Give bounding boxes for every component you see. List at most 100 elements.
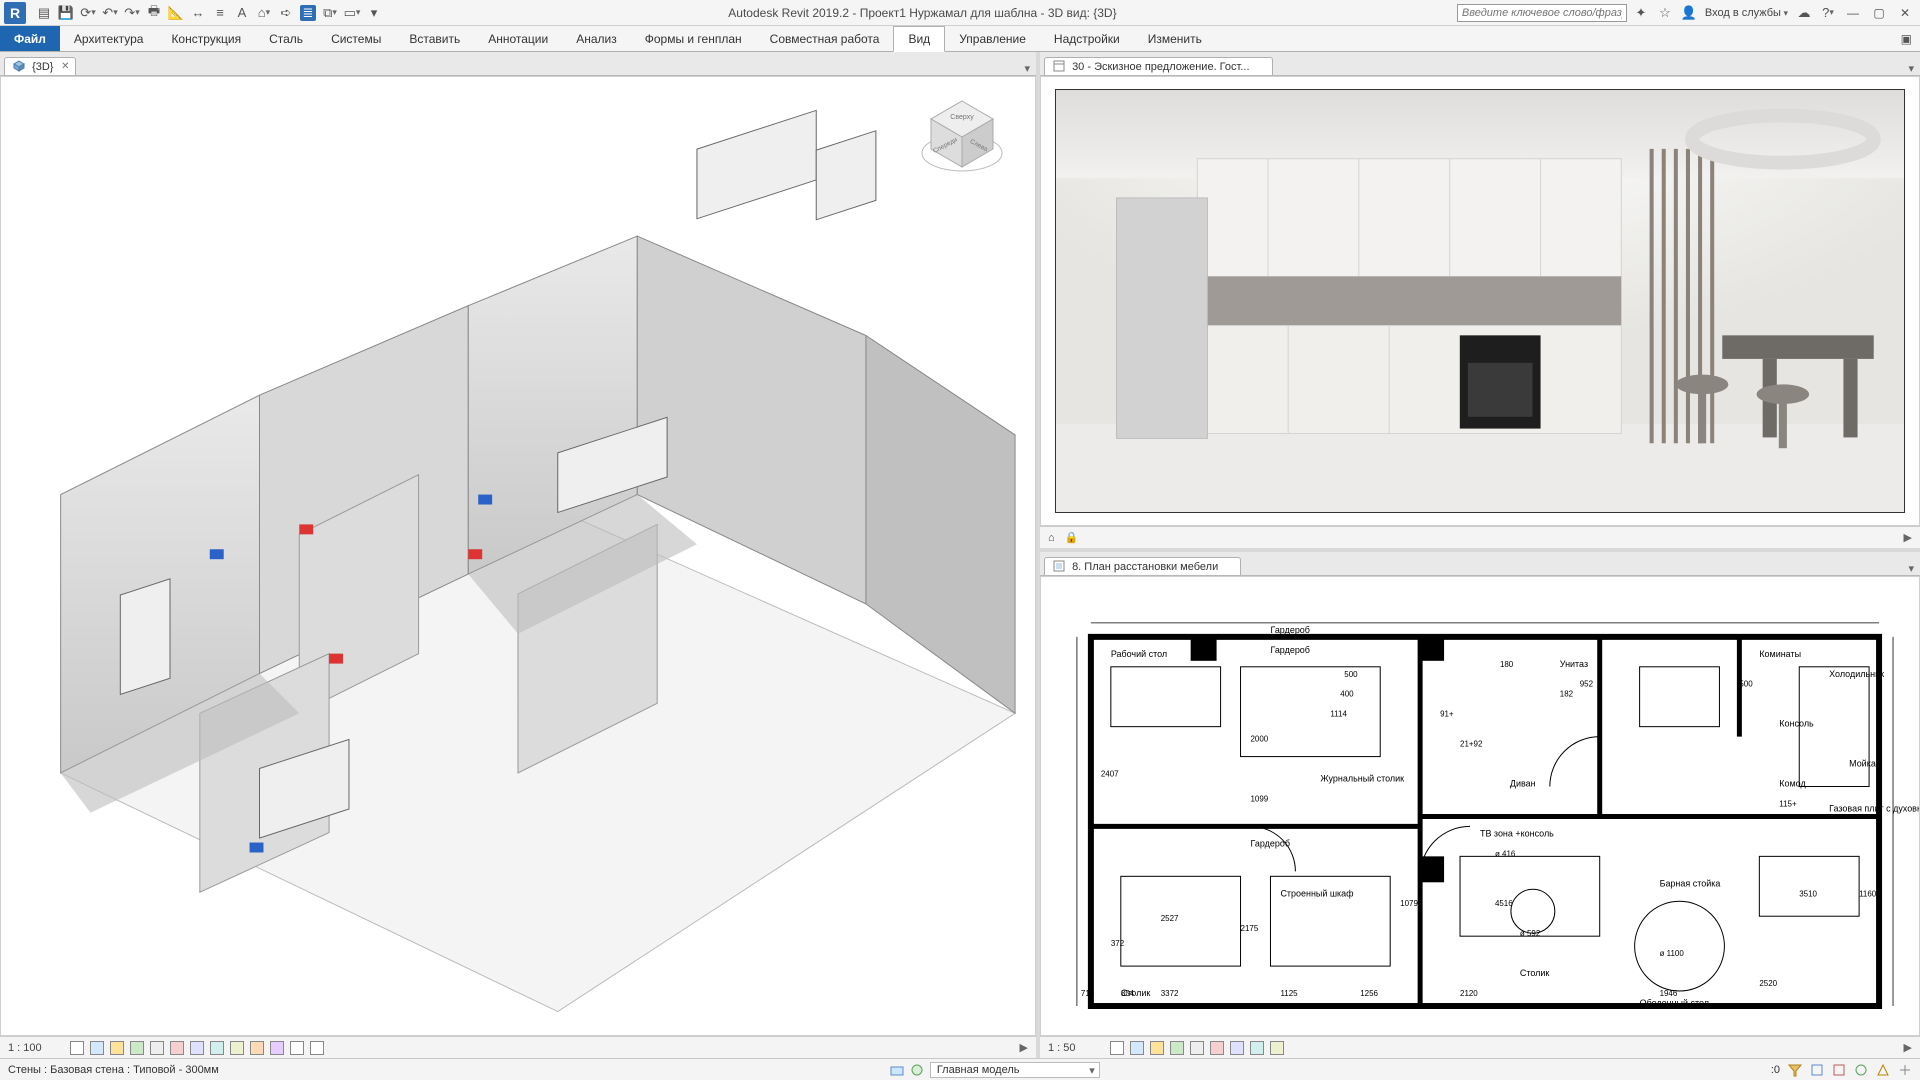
text-icon[interactable]: A xyxy=(234,5,250,21)
svg-text:Обеденный стол: Обеденный стол xyxy=(1640,998,1709,1008)
pvc-graphics-icon[interactable] xyxy=(1110,1041,1124,1055)
plan-scroll-right-icon[interactable]: ▶ xyxy=(1904,1041,1912,1054)
help-icon[interactable]: ? xyxy=(1820,5,1836,21)
pvc-shadows-icon[interactable] xyxy=(1170,1041,1184,1055)
sb-select-pinned-icon[interactable] xyxy=(1854,1063,1868,1077)
left-scale[interactable]: 1 : 100 xyxy=(8,1042,60,1054)
render-view-options-icon[interactable]: ▾ xyxy=(1902,62,1920,75)
signin-link[interactable]: Вход в службы xyxy=(1705,7,1788,19)
tab-insert[interactable]: Вставить xyxy=(395,26,474,51)
tab-addins[interactable]: Надстройки xyxy=(1040,26,1134,51)
search-input[interactable] xyxy=(1457,4,1627,22)
view-tab-3d[interactable]: {3D} ✕ xyxy=(4,57,76,75)
status-model-selector[interactable]: Главная модель xyxy=(930,1062,1100,1078)
qat-customize-icon[interactable]: ▾ xyxy=(366,5,382,21)
tab-annotate[interactable]: Аннотации xyxy=(474,26,562,51)
close-views-icon[interactable]: ⧉ xyxy=(322,5,338,21)
home-icon[interactable]: ⌂ xyxy=(256,5,272,21)
redo-icon[interactable]: ↷ xyxy=(124,5,140,21)
view-tab-render-label: 30 - Эскизное предложение. Гост... xyxy=(1072,61,1249,73)
vc-reveal-icon[interactable] xyxy=(210,1041,224,1055)
tab-manage[interactable]: Управление xyxy=(945,26,1040,51)
dimension-icon[interactable]: ↔ xyxy=(190,5,206,21)
tab-architecture[interactable]: Архитектура xyxy=(60,26,158,51)
plan-viewport[interactable]: Рабочий стол Гардероб Гардероб Гардероб … xyxy=(1040,576,1920,1036)
vc-style-icon[interactable] xyxy=(90,1041,104,1055)
minimize-button[interactable]: — xyxy=(1844,6,1862,20)
vc-constraints-icon[interactable] xyxy=(270,1041,284,1055)
view-options-icon[interactable]: ▾ xyxy=(1018,62,1036,75)
tab-steel[interactable]: Сталь xyxy=(255,26,317,51)
model-3d-canvas[interactable] xyxy=(1,77,1035,1012)
tab-view[interactable]: Вид xyxy=(893,26,945,52)
svg-text:2120: 2120 xyxy=(1460,989,1478,998)
thin-lines-icon[interactable]: ≣ xyxy=(300,5,316,21)
plan-view-options-icon[interactable]: ▾ xyxy=(1902,562,1920,575)
file-tab[interactable]: Файл xyxy=(0,26,60,51)
save-icon[interactable]: 💾 xyxy=(58,5,74,21)
vc-crop-icon[interactable] xyxy=(170,1041,184,1055)
vc-extra2-icon[interactable] xyxy=(310,1041,324,1055)
vc-props-icon[interactable] xyxy=(230,1041,244,1055)
render-viewport[interactable] xyxy=(1040,76,1920,526)
align-icon[interactable]: ≡ xyxy=(212,5,228,21)
viewport-3d[interactable]: Сверху Спереди Слева xyxy=(0,76,1036,1036)
sb-filter-icon[interactable] xyxy=(1788,1063,1802,1077)
status-hint: Стены : Базовая стена : Типовой - 300мм xyxy=(8,1064,219,1076)
vc-hide-icon[interactable] xyxy=(190,1041,204,1055)
favorite-icon[interactable]: ☆ xyxy=(1657,5,1673,21)
sb-select-underlay-icon[interactable] xyxy=(1832,1063,1846,1077)
ribbon: Файл Архитектура Конструкция Сталь Систе… xyxy=(0,26,1920,52)
pvc-render-icon[interactable] xyxy=(1190,1041,1204,1055)
measure-icon[interactable]: 📐 xyxy=(168,5,184,21)
pvc-props-icon[interactable] xyxy=(1270,1041,1284,1055)
svg-text:716: 716 xyxy=(1081,989,1095,998)
plan-scale[interactable]: 1 : 50 xyxy=(1048,1042,1100,1054)
tab-collaborate[interactable]: Совместная работа xyxy=(756,26,894,51)
render-scroll-right-icon[interactable]: ▶ xyxy=(1904,531,1912,544)
close-button[interactable]: ✕ xyxy=(1896,6,1914,20)
sb-select-face-icon[interactable] xyxy=(1876,1063,1890,1077)
render-view-controls: ⌂ 🔒 ▶ xyxy=(1040,526,1920,548)
pvc-hide-icon[interactable] xyxy=(1230,1041,1244,1055)
sb-select-links-icon[interactable] xyxy=(1810,1063,1824,1077)
open-icon[interactable]: ▤ xyxy=(36,5,52,21)
exchange-icon[interactable]: ☁ xyxy=(1796,5,1812,21)
vc-shadows-icon[interactable] xyxy=(130,1041,144,1055)
view-tab-render[interactable]: 30 - Эскизное предложение. Гост... xyxy=(1044,57,1273,75)
vc-extra1-icon[interactable] xyxy=(290,1041,304,1055)
sync-icon[interactable]: ⟳ xyxy=(80,5,96,21)
pvc-crop-icon[interactable] xyxy=(1210,1041,1224,1055)
switch-windows-icon[interactable]: ▭ xyxy=(344,5,360,21)
user-icon[interactable]: 👤 xyxy=(1681,5,1697,21)
vc-analytic-icon[interactable] xyxy=(250,1041,264,1055)
vc-graphics-icon[interactable] xyxy=(70,1041,84,1055)
viewcube[interactable]: Сверху Спереди Слева xyxy=(919,95,1005,181)
pvc-reveal-icon[interactable] xyxy=(1250,1041,1264,1055)
pvc-style-icon[interactable] xyxy=(1130,1041,1144,1055)
tab-modify[interactable]: Изменить xyxy=(1134,26,1216,51)
sb-workset-icon[interactable] xyxy=(890,1063,904,1077)
vc-render-icon[interactable] xyxy=(150,1041,164,1055)
render-nav-home-icon[interactable]: ⌂ xyxy=(1048,532,1055,544)
render-nav-lock-icon[interactable]: 🔒 xyxy=(1065,531,1079,544)
sb-editable-icon[interactable] xyxy=(910,1063,924,1077)
pvc-sun-icon[interactable] xyxy=(1150,1041,1164,1055)
undo-icon[interactable]: ↶ xyxy=(102,5,118,21)
tab-analyze[interactable]: Анализ xyxy=(562,26,631,51)
tab-structure[interactable]: Конструкция xyxy=(157,26,255,51)
arrow-icon[interactable]: ➪ xyxy=(278,5,294,21)
ribbon-collapse-icon[interactable]: ▣ xyxy=(1893,26,1920,51)
tab-massing[interactable]: Формы и генплан xyxy=(631,26,756,51)
left-scroll-right-icon[interactable]: ▶ xyxy=(1020,1041,1028,1054)
svg-text:Комод: Комод xyxy=(1779,779,1806,789)
infocenter-icon[interactable]: ✦ xyxy=(1633,5,1649,21)
tab-systems[interactable]: Системы xyxy=(317,26,395,51)
print-icon[interactable]: 🖶 xyxy=(146,5,162,21)
maximize-button[interactable]: ▢ xyxy=(1870,6,1888,20)
view-tab-close-icon[interactable]: ✕ xyxy=(61,61,69,72)
vc-sun-icon[interactable] xyxy=(110,1041,124,1055)
sb-drag-icon[interactable] xyxy=(1898,1063,1912,1077)
view-tab-plan[interactable]: 8. План расстановки мебели xyxy=(1044,557,1241,575)
floorplan-drawing[interactable]: Рабочий стол Гардероб Гардероб Гардероб … xyxy=(1041,577,1919,1036)
